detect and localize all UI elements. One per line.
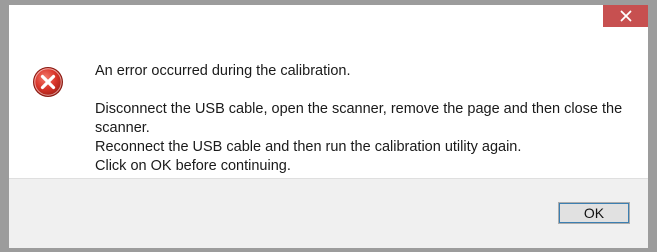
error-dialog: An error occurred during the calibration… (0, 0, 657, 252)
message-line: Click on OK before continuing. (95, 158, 291, 174)
close-button[interactable] (603, 5, 648, 27)
message-line: Reconnect the USB cable and then run the… (95, 139, 522, 155)
ok-button[interactable]: OK (558, 202, 630, 224)
error-message: An error occurred during the calibration… (95, 62, 640, 176)
button-bar: OK (9, 178, 648, 248)
close-icon (620, 10, 631, 22)
message-line: Disconnect the USB cable, open the scann… (95, 101, 623, 136)
message-area: An error occurred during the calibration… (9, 39, 648, 180)
title-bar (9, 5, 648, 39)
error-icon (32, 66, 64, 98)
error-heading: An error occurred during the calibration… (95, 63, 351, 79)
